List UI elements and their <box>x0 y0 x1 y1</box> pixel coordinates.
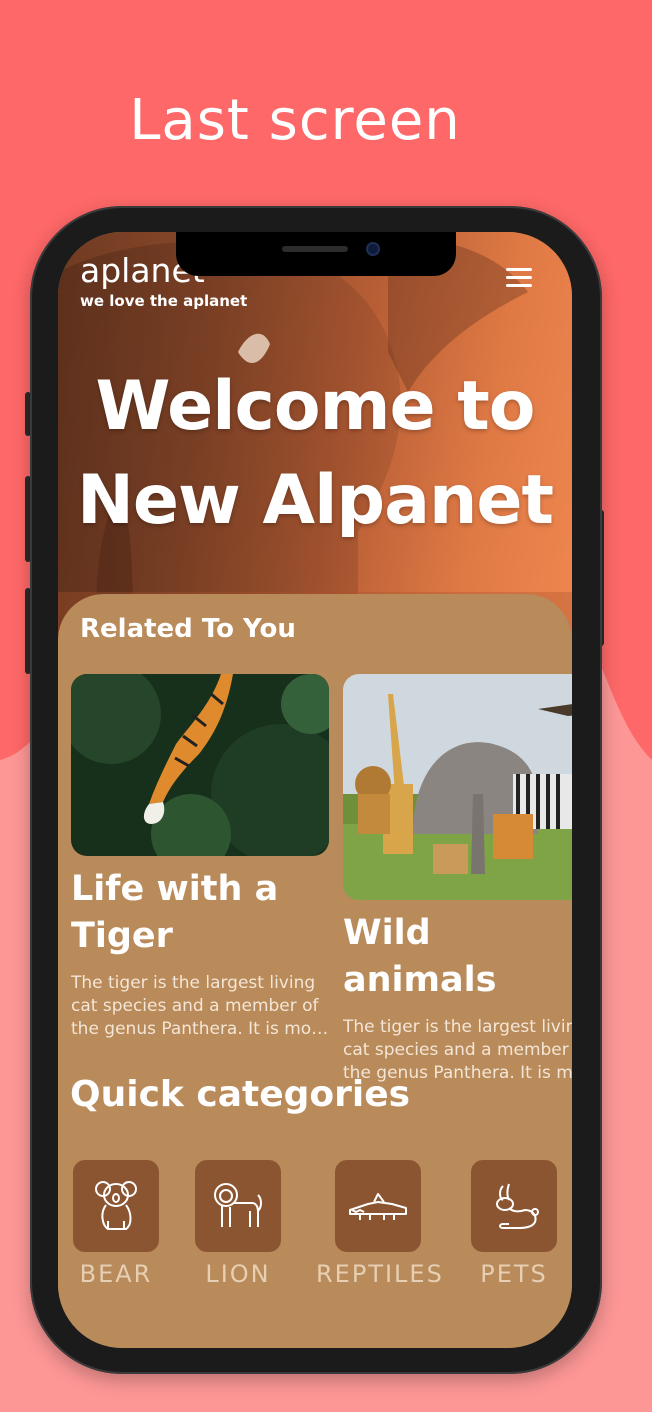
category-reptiles[interactable]: REPTILES <box>316 1160 444 1288</box>
card-title-line-1: Life with a <box>71 869 279 909</box>
card-description-line-1: The tiger is the largest living <box>343 1017 572 1037</box>
hamburger-menu-icon[interactable] <box>506 268 534 288</box>
welcome-line-1: Welcome to <box>95 367 536 446</box>
hero-banner: aplanet we love the aplanet Welcome to N… <box>58 232 572 652</box>
category-label: BEAR <box>79 1260 153 1288</box>
category-tile[interactable] <box>471 1160 557 1252</box>
koala-icon <box>95 1181 137 1230</box>
article-card-wild-animals[interactable]: Wild animals The tiger is the largest li… <box>343 674 572 1085</box>
crocodile-icon <box>349 1193 407 1220</box>
quick-categories-title: Quick categories <box>70 1074 411 1115</box>
related-section-title: Related To You <box>80 614 296 644</box>
category-tile[interactable] <box>335 1160 421 1252</box>
speaker-grille <box>282 246 348 252</box>
lion-icon <box>214 1183 262 1227</box>
category-lion[interactable]: LION <box>194 1160 282 1288</box>
category-tile[interactable] <box>73 1160 159 1252</box>
category-label: LION <box>205 1260 271 1288</box>
wild-animals-image <box>343 674 572 900</box>
phone-screen: aplanet we love the aplanet Welcome to N… <box>58 232 572 1348</box>
front-camera <box>366 242 380 256</box>
category-bear[interactable]: BEAR <box>72 1160 160 1288</box>
page-title: Last screen <box>129 88 461 153</box>
category-label: PETS <box>480 1260 548 1288</box>
welcome-line-2: New Alpanet <box>76 461 554 540</box>
card-title: Wild animals <box>343 913 497 1000</box>
category-pets[interactable]: PETS <box>470 1160 558 1288</box>
brand-tagline: we love the aplanet <box>80 292 248 310</box>
tiger-image <box>71 674 329 856</box>
article-card-tiger[interactable]: Life with a Tiger The tiger is the large… <box>71 674 329 1041</box>
phone-notch <box>176 232 456 276</box>
category-tile[interactable] <box>195 1160 281 1252</box>
content-sheet: Related To You Life with a Tiger The tig… <box>58 594 572 1348</box>
category-label: REPTILES <box>316 1260 444 1288</box>
card-description: The tiger is the largest living cat spec… <box>71 973 327 1039</box>
card-title: Life with a Tiger <box>71 866 329 960</box>
rabbit-icon <box>496 1183 539 1229</box>
card-description-line-2: cat species and a member of <box>343 1040 572 1060</box>
welcome-heading: Welcome to New Alpanet <box>58 360 572 548</box>
card-title-line-2: Tiger <box>71 916 173 956</box>
